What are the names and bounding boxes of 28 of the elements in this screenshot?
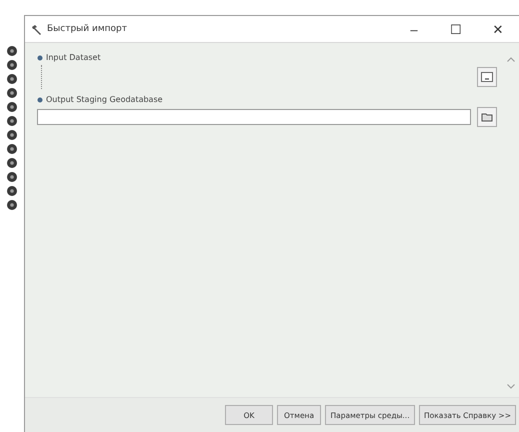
- hammer-icon: [31, 24, 42, 34]
- minimize-button[interactable]: –: [393, 16, 435, 42]
- list-button[interactable]: [477, 67, 497, 87]
- parameter-label: Output Staging Geodatabase: [46, 95, 163, 104]
- gear-icon: [6, 115, 18, 127]
- gear-icon: [6, 59, 18, 71]
- scroll-up-icon[interactable]: [507, 57, 515, 62]
- parameter-icon: [37, 54, 43, 60]
- gear-icon: [6, 73, 18, 85]
- gear-icon: [6, 171, 18, 183]
- gear-icon: [6, 45, 18, 57]
- gear-icon: [6, 157, 18, 169]
- window-title: Быстрый импорт: [47, 24, 128, 34]
- gear-icon: [6, 101, 18, 113]
- parameter-icon: [37, 96, 43, 102]
- gear-icon: [6, 87, 18, 99]
- gear-icon: [6, 143, 18, 155]
- scroll-down-icon[interactable]: [507, 384, 515, 389]
- gear-icon: [6, 185, 18, 197]
- maximize-button[interactable]: ☐: [435, 16, 477, 42]
- folder-icon: [481, 112, 493, 122]
- browse-button[interactable]: [477, 107, 497, 127]
- parameter-label: Input Dataset: [46, 53, 101, 62]
- gear-icon: [6, 129, 18, 141]
- gear-icon: [6, 199, 18, 211]
- input-field[interactable]: [37, 109, 471, 125]
- list-icon: [481, 72, 493, 82]
- close-button[interactable]: ✕: [477, 16, 519, 42]
